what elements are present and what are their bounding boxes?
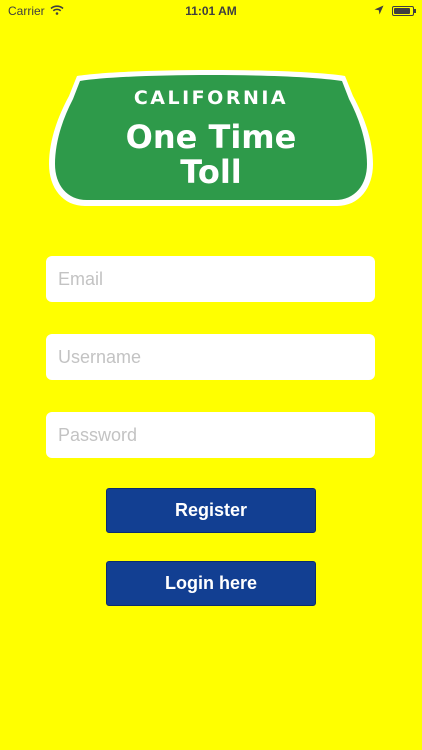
login-button-label: Login here <box>164 573 257 593</box>
email-field[interactable] <box>46 256 375 302</box>
logo-top-text: CALIFORNIA <box>134 87 288 109</box>
battery-icon <box>392 6 416 16</box>
status-bar: Carrier 11:01 AM <box>0 0 422 22</box>
logo-line2: Toll <box>180 153 242 191</box>
california-one-time-toll-logo: CALIFORNIA One Time Toll <box>47 46 375 208</box>
battery-level <box>394 8 410 14</box>
status-time: 11:01 AM <box>185 4 237 18</box>
logo-line1: One Time <box>126 118 297 156</box>
login-button[interactable]: Login here <box>106 561 316 606</box>
username-field[interactable] <box>46 334 375 380</box>
register-button[interactable]: Register <box>106 488 316 533</box>
register-button-label: Register <box>174 500 248 520</box>
location-arrow-icon <box>374 4 384 18</box>
status-right <box>374 4 416 18</box>
password-field[interactable] <box>46 412 375 458</box>
